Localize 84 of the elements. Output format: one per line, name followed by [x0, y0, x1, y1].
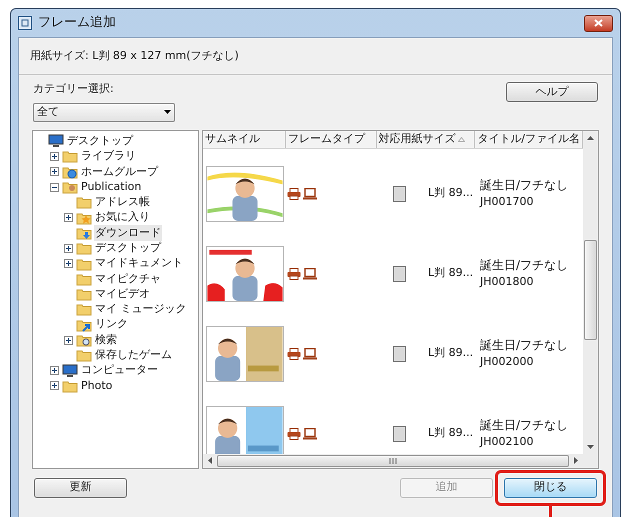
monitor-icon [62, 364, 78, 378]
printer-icon [287, 428, 301, 440]
expand-toggle-icon[interactable] [64, 244, 73, 253]
paper-icon [393, 426, 406, 442]
folder-icon [76, 318, 92, 332]
folder-icon [76, 241, 92, 256]
expand-toggle-icon[interactable] [50, 366, 59, 376]
expand-toggle-icon[interactable] [50, 167, 59, 176]
folder-icon [76, 195, 92, 210]
tree-item[interactable]: ダウンロード [94, 224, 162, 242]
folder-icon [62, 149, 78, 164]
folder-icon [76, 210, 92, 225]
paper-size-cell-text: L判 89... [428, 425, 474, 442]
category-label: カテゴリー選択: [33, 81, 115, 97]
paper-size-label: 用紙サイズ: L判 89 x 127 mm(フチなし) [30, 48, 239, 64]
column-header[interactable]: フレームタイプ [286, 130, 377, 148]
paper-icon [393, 186, 406, 202]
folder-icon [76, 256, 92, 271]
tree-item[interactable]: マイ ミュージック [94, 301, 188, 318]
globe-folder-icon [62, 164, 78, 179]
monitor-icon [303, 428, 317, 440]
tree-item[interactable]: デスクトップ [66, 132, 134, 150]
folder-icon [62, 180, 78, 194]
file-name-cell-text: JH001700 [480, 194, 535, 210]
grip-icon [389, 458, 397, 464]
column-header[interactable]: 対応用紙サイズ [376, 130, 476, 148]
window-title: フレーム追加 [38, 14, 117, 32]
folder-icon [76, 348, 92, 362]
paper-icon [393, 346, 406, 362]
tree-item[interactable]: コンピューター [80, 362, 159, 379]
horizontal-scrollbar[interactable] [203, 454, 598, 468]
close-dialog-button[interactable]: 閉じる [504, 478, 597, 498]
tree-item[interactable]: マイドキュメント [94, 255, 184, 272]
title-cell-text: 誕生日/フチなし [480, 257, 570, 274]
expand-toggle-icon[interactable] [50, 381, 59, 390]
folder-icon [76, 287, 92, 302]
file-name-cell-text: JH002000 [480, 354, 535, 370]
folder-icon [62, 378, 78, 393]
tree-item[interactable]: Publication [80, 178, 142, 196]
tree-item[interactable]: マイビデオ [94, 286, 151, 302]
file-name-cell-text: JH002100 [480, 434, 535, 450]
paper-size-cell-text: L判 89... [428, 185, 474, 202]
tree-item[interactable]: リンク [94, 316, 129, 333]
paper-size-cell-text: L判 89... [428, 265, 474, 282]
tree-item[interactable]: Photo [80, 378, 114, 394]
title-cell-text: 誕生日/フチなし [480, 337, 570, 354]
expand-toggle-icon[interactable] [50, 152, 59, 161]
column-header[interactable]: サムネイル [203, 130, 286, 148]
category-dropdown[interactable]: 全て [33, 102, 175, 122]
tree-item[interactable]: ライブラリ [80, 148, 137, 165]
folder-icon [76, 226, 92, 240]
window-icon [18, 16, 32, 30]
tree-item[interactable]: ホームグループ [80, 164, 159, 180]
dropdown-arrow-icon [164, 110, 171, 114]
tree-item[interactable]: デスクトップ [94, 240, 162, 256]
paper-icon [393, 266, 406, 282]
monitor-icon [303, 188, 317, 200]
printer-icon [287, 188, 301, 200]
paper-size-cell-text: L判 89... [428, 345, 474, 362]
printer-icon [287, 268, 301, 280]
folder-icon [76, 302, 92, 316]
refresh-button[interactable]: 更新 [34, 478, 127, 498]
vertical-scrollbar[interactable] [583, 130, 598, 454]
expand-toggle-icon[interactable] [64, 213, 73, 222]
tree-item[interactable]: 検索 [94, 332, 118, 348]
folder-icon [76, 333, 92, 347]
printer-icon [287, 348, 301, 360]
expand-toggle-icon[interactable] [64, 259, 73, 268]
tree-item[interactable]: マイピクチャ [94, 270, 162, 288]
monitor-icon [48, 134, 64, 148]
title-cell-text: 誕生日/フチなし [480, 417, 570, 434]
tree-item[interactable]: お気に入り [94, 209, 151, 226]
close-button[interactable] [584, 14, 613, 32]
expand-toggle-icon[interactable] [64, 336, 73, 344]
close-icon [594, 19, 603, 27]
collapse-toggle-icon[interactable] [50, 182, 59, 192]
monitor-icon [303, 268, 317, 280]
tree-item[interactable]: アドレス帳 [94, 194, 151, 211]
help-button[interactable]: ヘルプ [506, 82, 598, 102]
title-cell-text: 誕生日/フチなし [480, 177, 570, 194]
folder-icon [76, 272, 92, 286]
file-name-cell-text: JH001800 [480, 274, 535, 290]
monitor-icon [303, 348, 317, 360]
tree-item[interactable]: 保存したゲーム [94, 347, 173, 364]
